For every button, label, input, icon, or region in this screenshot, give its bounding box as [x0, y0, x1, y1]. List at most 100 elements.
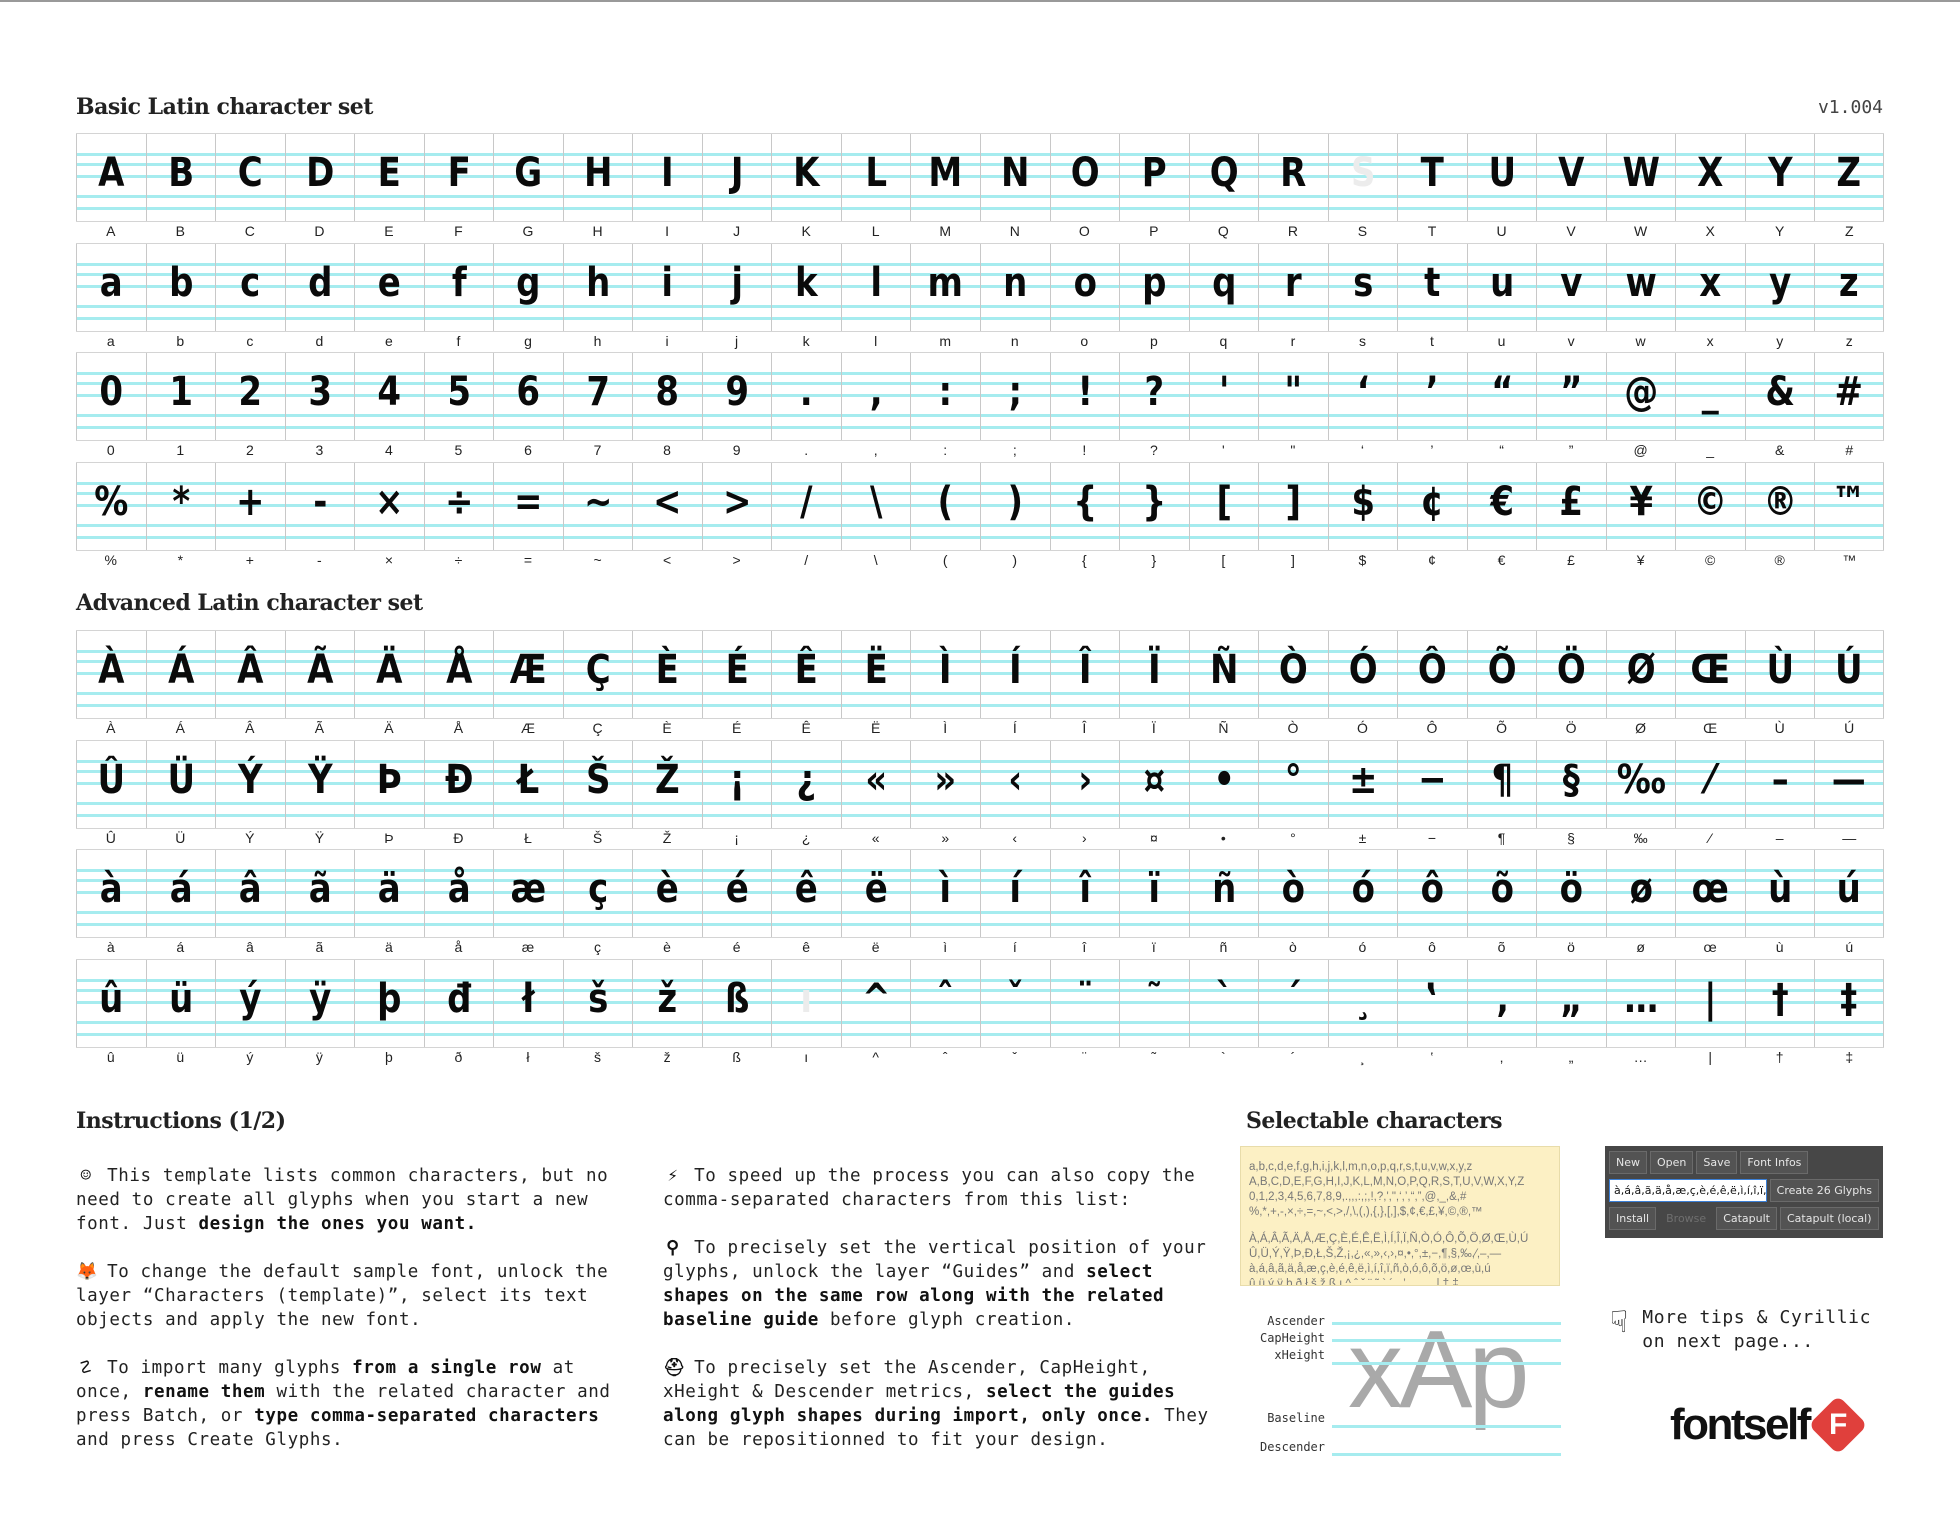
glyph-cell[interactable]: © — [1675, 462, 1745, 550]
glyph-cell[interactable]: ) — [979, 462, 1050, 550]
glyph-cell[interactable]: a — [76, 243, 146, 331]
glyph-cell[interactable]: ‛ — [1397, 959, 1467, 1047]
glyph-cell[interactable]: € — [1466, 462, 1537, 550]
glyph-cell[interactable]: L — [840, 134, 911, 221]
glyph-cell[interactable]: * — [145, 462, 216, 550]
glyph-cell[interactable]: ï — [1119, 850, 1189, 937]
glyph-cell[interactable]: P — [1119, 134, 1189, 221]
glyph-cell[interactable]: Đ — [423, 740, 494, 828]
glyph-cell[interactable]: é — [701, 850, 772, 937]
glyph-cell[interactable]: n — [979, 243, 1050, 331]
glyph-cell[interactable]: ® — [1744, 462, 1815, 550]
glyph-cell[interactable]: w — [1605, 243, 1676, 331]
glyph-cell[interactable]: 4 — [354, 353, 424, 440]
glyph-cell[interactable]: Ł — [493, 740, 563, 828]
glyph-cell[interactable]: ý — [215, 959, 285, 1047]
glyph-cell[interactable]: 8 — [632, 353, 702, 440]
glyph-cell[interactable]: } — [1119, 462, 1189, 550]
glyph-cell[interactable]: Q — [1188, 134, 1259, 221]
glyph-cell[interactable]: k — [771, 243, 841, 331]
glyph-cell[interactable]: Ü — [145, 740, 216, 828]
glyph-cell[interactable]: ¥ — [1605, 462, 1676, 550]
glyph-cell[interactable]: > — [701, 462, 772, 550]
glyph-cell[interactable]: l — [840, 243, 911, 331]
glyph-cell[interactable]: Ñ — [1188, 631, 1259, 718]
glyph-cell[interactable]: à — [76, 850, 146, 937]
glyph-cell[interactable]: „ — [1536, 959, 1606, 1047]
glyph-cell[interactable]: œ — [1675, 850, 1745, 937]
glyph-cell[interactable]: ä — [354, 850, 424, 937]
glyph-cell[interactable]: × — [354, 462, 424, 550]
glyph-cell[interactable]: ö — [1536, 850, 1606, 937]
glyph-cell[interactable]: Æ — [493, 631, 563, 718]
glyph-cell[interactable]: È — [632, 631, 702, 718]
glyph-cell[interactable]: Œ — [1675, 631, 1745, 718]
glyph-cell[interactable]: • — [1188, 740, 1259, 828]
glyph-cell[interactable]: p — [1119, 243, 1189, 331]
glyph-cell[interactable]: ‰ — [1605, 740, 1676, 828]
new-button[interactable]: New — [1609, 1151, 1647, 1174]
glyph-cell[interactable]: ‚ — [1466, 959, 1537, 1047]
glyph-cell[interactable]: , — [840, 353, 911, 440]
glyph-cell[interactable]: Ó — [1327, 631, 1398, 718]
glyph-cell[interactable]: g — [493, 243, 563, 331]
glyph-cell[interactable]: § — [1536, 740, 1606, 828]
catapult-local-button[interactable]: Catapult (local) — [1780, 1207, 1879, 1230]
glyph-cell[interactable]: Z — [1814, 134, 1884, 221]
glyph-cell[interactable]: ( — [910, 462, 980, 550]
glyph-cell[interactable]: o — [1049, 243, 1120, 331]
glyph-cell[interactable]: ¨ — [1049, 959, 1120, 1047]
font-infos-button[interactable]: Font Infos — [1740, 1151, 1809, 1174]
glyph-cell[interactable]: b — [145, 243, 216, 331]
glyph-cell[interactable]: ° — [1258, 740, 1328, 828]
glyph-cell[interactable]: # — [1814, 353, 1884, 440]
open-button[interactable]: Open — [1650, 1151, 1694, 1174]
glyph-cell[interactable]: ¿ — [771, 740, 841, 828]
glyph-cell[interactable]: Ÿ — [284, 740, 355, 828]
glyph-cell[interactable]: ã — [284, 850, 355, 937]
glyph-cell[interactable]: < — [632, 462, 702, 550]
glyph-cell[interactable]: ! — [1049, 353, 1120, 440]
glyph-cell[interactable]: j — [701, 243, 772, 331]
glyph-cell[interactable]: x — [1675, 243, 1745, 331]
glyph-cell[interactable]: C — [215, 134, 285, 221]
glyph-cell[interactable]: W — [1605, 134, 1676, 221]
glyph-cell[interactable]: Å — [423, 631, 494, 718]
glyph-cell[interactable]: M — [910, 134, 980, 221]
glyph-cell[interactable]: « — [840, 740, 911, 828]
glyph-cell[interactable]: | — [1675, 959, 1745, 1047]
glyph-cell[interactable]: R — [1258, 134, 1328, 221]
glyph-cell[interactable]: † — [1744, 959, 1815, 1047]
glyph-cell[interactable]: . — [771, 353, 841, 440]
glyph-cell[interactable]: 7 — [562, 353, 633, 440]
glyph-cell[interactable]: Ç — [562, 631, 633, 718]
glyph-cell[interactable]: ] — [1258, 462, 1328, 550]
glyph-cell[interactable]: K — [771, 134, 841, 221]
glyph-cell[interactable]: ł — [493, 959, 563, 1047]
glyph-cell[interactable]: ™ — [1814, 462, 1884, 550]
glyph-cell[interactable]: H — [562, 134, 633, 221]
glyph-cell[interactable]: Ê — [771, 631, 841, 718]
glyph-cell[interactable]: æ — [493, 850, 563, 937]
glyph-cell[interactable]: Ù — [1744, 631, 1815, 718]
glyph-cell[interactable]: ´ — [1258, 959, 1328, 1047]
glyph-cell[interactable]: › — [1049, 740, 1120, 828]
glyph-cell[interactable]: ç — [562, 850, 633, 937]
glyph-cell[interactable]: ; — [979, 353, 1050, 440]
glyph-cell[interactable]: â — [215, 850, 285, 937]
glyph-cell[interactable]: ò — [1258, 850, 1328, 937]
glyph-cell[interactable]: š — [562, 959, 633, 1047]
glyph-cell[interactable]: ê — [771, 850, 841, 937]
glyph-cell[interactable]: m — [910, 243, 980, 331]
glyph-cell[interactable]: ô — [1397, 850, 1467, 937]
glyph-cell[interactable]: S — [1327, 134, 1398, 221]
glyph-cell[interactable]: Y — [1744, 134, 1815, 221]
glyph-characters-input[interactable]: à,á,â,ã,ä,å,æ,ç,è,é,ê,ë,ì,í,î,ï,ñ,ò,ó,ô,… — [1609, 1179, 1767, 1202]
glyph-cell[interactable]: @ — [1605, 353, 1676, 440]
glyph-cell[interactable]: Ø — [1605, 631, 1676, 718]
glyph-cell[interactable]: u — [1466, 243, 1537, 331]
glyph-cell[interactable]: Á — [145, 631, 216, 718]
glyph-cell[interactable]: 5 — [423, 353, 494, 440]
glyph-cell[interactable]: … — [1605, 959, 1676, 1047]
glyph-cell[interactable]: ” — [1536, 353, 1606, 440]
